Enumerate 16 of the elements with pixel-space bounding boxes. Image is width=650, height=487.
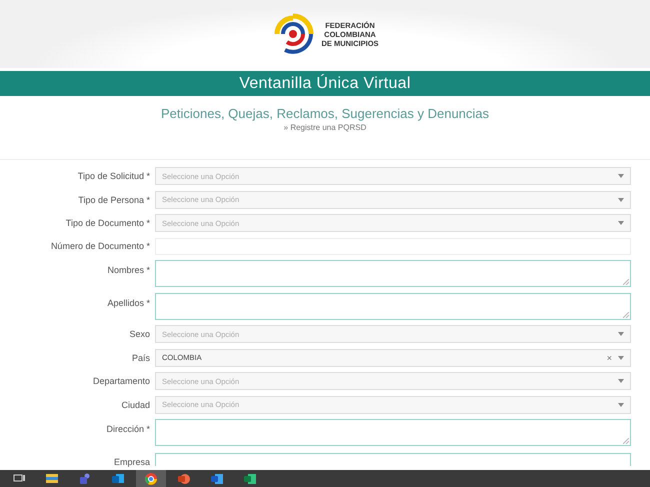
- field-label: Apellidos *: [106, 296, 150, 308]
- field-label: Sexo: [128, 329, 150, 339]
- field-label: Ciudad: [120, 400, 150, 410]
- page-heading: Peticiones, Quejas, Reclamos, Sugerencias y Denuncias: [160, 106, 490, 121]
- banner-title: Ventanilla Única Virtual: [239, 74, 411, 92]
- clear-button[interactable]: ×: [606, 352, 612, 362]
- field-label: Empresa: [112, 456, 150, 466]
- field-label: País: [130, 352, 150, 362]
- field-label: Dirección *: [105, 423, 150, 434]
- field-label: Tipo de Documento *: [64, 218, 150, 228]
- field-label: Número de Documento *: [50, 241, 150, 251]
- field-label: Tipo de Persona *: [77, 194, 150, 204]
- field-label: Nombres *: [106, 264, 150, 275]
- field-label: Departamento: [92, 376, 150, 386]
- register-link[interactable]: » Registre una PQRSD: [284, 123, 366, 132]
- field-label: Tipo de Solicitud *: [76, 171, 150, 181]
